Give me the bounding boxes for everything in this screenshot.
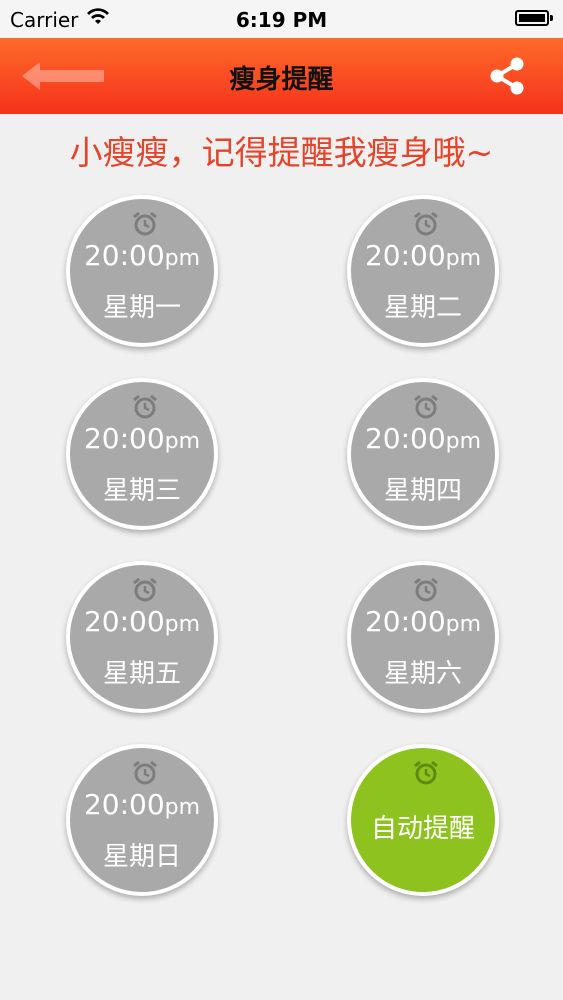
alarm-clock-icon xyxy=(414,760,438,785)
alarm-clock-icon xyxy=(133,577,157,602)
reminder-day: 星期三 xyxy=(102,476,181,506)
share-icon[interactable] xyxy=(487,56,527,96)
alarm-clock-icon xyxy=(414,211,438,236)
reminder-monday[interactable]: 20:00pm 星期一 xyxy=(66,195,218,347)
reminder-friday[interactable]: 20:00pm 星期五 xyxy=(66,561,218,713)
reminder-time: 20:00pm xyxy=(70,788,214,821)
reminder-sunday[interactable]: 20:00pm 星期日 xyxy=(66,744,218,896)
reminder-day: 星期四 xyxy=(383,476,462,506)
reminder-ampm: pm xyxy=(164,429,201,454)
reminder-day: 星期五 xyxy=(102,659,181,689)
reminder-day: 星期六 xyxy=(383,659,462,689)
reminder-time: 20:00pm xyxy=(70,605,214,638)
reminder-day: 星期一 xyxy=(102,293,181,323)
reminder-time: 20:00pm xyxy=(351,239,495,272)
status-time: 6:19 PM xyxy=(235,8,328,32)
reminder-time: 20:00pm xyxy=(351,422,495,455)
tagline: 小瘦瘦，记得提醒我瘦身哦~ xyxy=(69,133,494,172)
alarm-clock-icon xyxy=(133,760,157,785)
reminder-day: 星期日 xyxy=(102,842,181,872)
reminder-time-value: 20:00 xyxy=(364,239,446,272)
reminder-time-value: 20:00 xyxy=(364,605,446,638)
reminder-time-value: 20:00 xyxy=(83,788,165,821)
page-title: 瘦身提醒 xyxy=(229,65,334,95)
auto-remind-label: 自动提醒 xyxy=(370,814,475,844)
alarm-clock-icon xyxy=(133,394,157,419)
battery-icon xyxy=(515,10,553,26)
reminder-ampm: pm xyxy=(445,246,482,271)
alarm-clock-icon xyxy=(133,211,157,236)
reminder-ampm: pm xyxy=(445,429,482,454)
alarm-clock-icon xyxy=(414,577,438,602)
reminder-ampm: pm xyxy=(164,246,201,271)
reminder-time: 20:00pm xyxy=(70,422,214,455)
reminder-ampm: pm xyxy=(445,612,482,637)
reminder-saturday[interactable]: 20:00pm 星期六 xyxy=(347,561,499,713)
reminder-time: 20:00pm xyxy=(351,605,495,638)
reminder-time-value: 20:00 xyxy=(364,422,446,455)
reminder-day: 星期二 xyxy=(383,293,462,323)
reminder-time-value: 20:00 xyxy=(83,239,165,272)
auto-remind-button[interactable]: 自动提醒 xyxy=(347,744,499,896)
status-bar: Carrier 6:19 PM xyxy=(0,0,563,38)
reminder-wednesday[interactable]: 20:00pm 星期三 xyxy=(66,378,218,530)
reminder-time-value: 20:00 xyxy=(83,422,165,455)
reminder-tuesday[interactable]: 20:00pm 星期二 xyxy=(347,195,499,347)
reminder-ampm: pm xyxy=(164,612,201,637)
reminder-ampm: pm xyxy=(164,795,201,820)
reminder-thursday[interactable]: 20:00pm 星期四 xyxy=(347,378,499,530)
reminder-time-value: 20:00 xyxy=(83,605,165,638)
alarm-clock-icon xyxy=(414,394,438,419)
nav-bar: 瘦身提醒 xyxy=(0,38,563,114)
reminder-time: 20:00pm xyxy=(70,239,214,272)
